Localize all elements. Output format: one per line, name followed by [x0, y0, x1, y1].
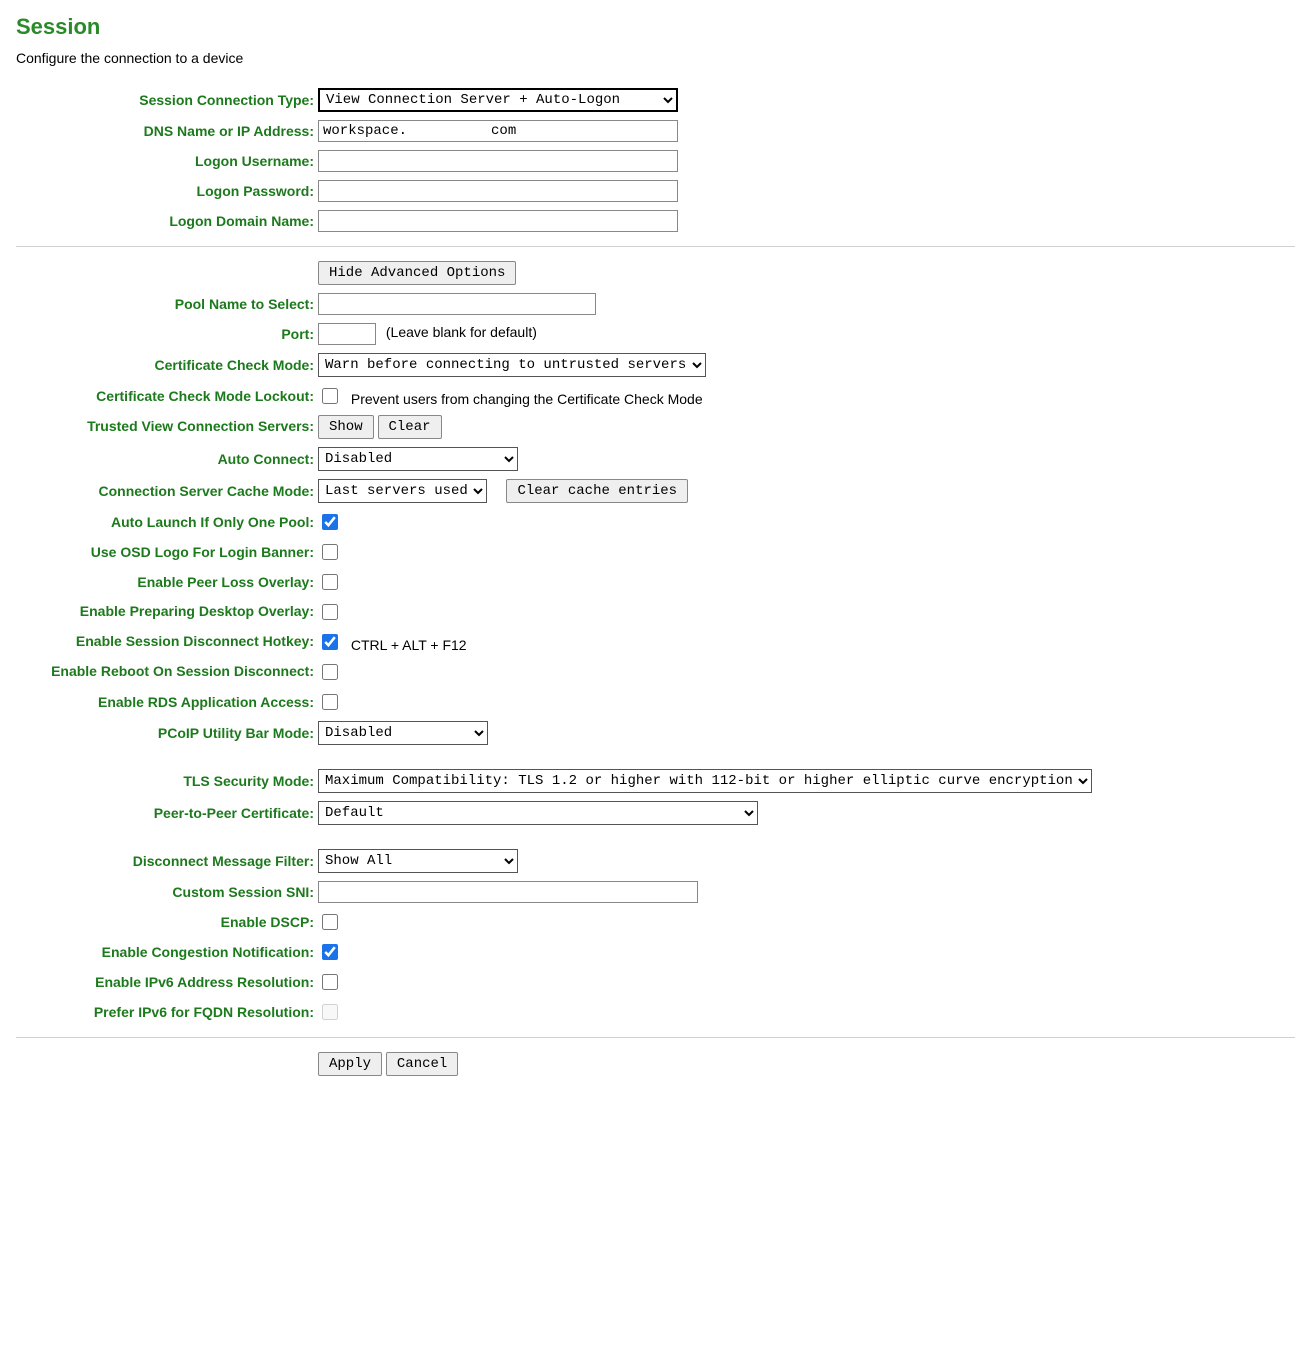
- domain-label: Logon Domain Name:: [16, 206, 316, 236]
- peer-loss-checkbox[interactable]: [322, 574, 338, 590]
- dns-input[interactable]: [318, 120, 678, 142]
- dns-label: DNS Name or IP Address:: [16, 116, 316, 146]
- preparing-checkbox[interactable]: [322, 604, 338, 620]
- cancel-button[interactable]: Cancel: [386, 1052, 458, 1076]
- port-input[interactable]: [318, 323, 376, 345]
- domain-input[interactable]: [318, 210, 678, 232]
- cache-mode-select[interactable]: Last servers used: [318, 479, 487, 503]
- page-subtitle: Configure the connection to a device: [16, 50, 1295, 66]
- apply-button[interactable]: Apply: [318, 1052, 382, 1076]
- hotkey-label: Enable Session Disconnect Hotkey:: [16, 627, 316, 657]
- hotkey-text: CTRL + ALT + F12: [351, 637, 467, 653]
- password-input[interactable]: [318, 180, 678, 202]
- pool-input[interactable]: [318, 293, 596, 315]
- pool-label: Pool Name to Select:: [16, 289, 316, 319]
- ipv6-pref-label: Prefer IPv6 for FQDN Resolution:: [16, 997, 316, 1027]
- congestion-label: Enable Congestion Notification:: [16, 937, 316, 967]
- cert-lockout-label: Certificate Check Mode Lockout:: [16, 381, 316, 411]
- conn-type-label: Session Connection Type:: [16, 84, 316, 116]
- rds-checkbox[interactable]: [322, 694, 338, 710]
- clear-cache-button[interactable]: Clear cache entries: [506, 479, 688, 503]
- disconnect-filter-select[interactable]: Show All: [318, 849, 518, 873]
- sni-label: Custom Session SNI:: [16, 877, 316, 907]
- hotkey-checkbox[interactable]: [322, 634, 338, 650]
- pcoip-bar-label: PCoIP Utility Bar Mode:: [16, 717, 316, 749]
- username-label: Logon Username:: [16, 146, 316, 176]
- reboot-checkbox[interactable]: [322, 664, 338, 680]
- page-title: Session: [16, 14, 1295, 40]
- sni-input[interactable]: [318, 881, 698, 903]
- show-button[interactable]: Show: [318, 415, 374, 439]
- tls-mode-label: TLS Security Mode:: [16, 765, 316, 797]
- osd-logo-checkbox[interactable]: [322, 544, 338, 560]
- ipv6-pref-checkbox[interactable]: [322, 1004, 338, 1020]
- peer-loss-label: Enable Peer Loss Overlay:: [16, 567, 316, 597]
- auto-launch-label: Auto Launch If Only One Pool:: [16, 507, 316, 537]
- ipv6-res-label: Enable IPv6 Address Resolution:: [16, 967, 316, 997]
- p2p-cert-select[interactable]: Default: [318, 801, 758, 825]
- dscp-label: Enable DSCP:: [16, 907, 316, 937]
- cert-lockout-text: Prevent users from changing the Certific…: [351, 391, 703, 407]
- cert-lockout-checkbox[interactable]: [322, 388, 338, 404]
- ipv6-res-checkbox[interactable]: [322, 974, 338, 990]
- congestion-checkbox[interactable]: [322, 944, 338, 960]
- conn-type-select[interactable]: View Connection Server + Auto-Logon: [318, 88, 678, 112]
- auto-launch-checkbox[interactable]: [322, 514, 338, 530]
- preparing-label: Enable Preparing Desktop Overlay:: [16, 597, 316, 627]
- cert-mode-label: Certificate Check Mode:: [16, 349, 316, 381]
- divider: [16, 1037, 1295, 1038]
- auto-connect-select[interactable]: Disabled: [318, 447, 518, 471]
- rds-label: Enable RDS Application Access:: [16, 687, 316, 717]
- trusted-servers-label: Trusted View Connection Servers:: [16, 411, 316, 443]
- pcoip-bar-select[interactable]: Disabled: [318, 721, 488, 745]
- dscp-checkbox[interactable]: [322, 914, 338, 930]
- password-label: Logon Password:: [16, 176, 316, 206]
- divider: [16, 246, 1295, 247]
- cache-mode-label: Connection Server Cache Mode:: [16, 475, 316, 507]
- clear-button[interactable]: Clear: [378, 415, 442, 439]
- hide-advanced-button[interactable]: Hide Advanced Options: [318, 261, 516, 285]
- port-hint: (Leave blank for default): [386, 324, 537, 340]
- p2p-cert-label: Peer-to-Peer Certificate:: [16, 797, 316, 829]
- osd-logo-label: Use OSD Logo For Login Banner:: [16, 537, 316, 567]
- port-label: Port:: [16, 319, 316, 349]
- auto-connect-label: Auto Connect:: [16, 443, 316, 475]
- tls-mode-select[interactable]: Maximum Compatibility: TLS 1.2 or higher…: [318, 769, 1092, 793]
- username-input[interactable]: [318, 150, 678, 172]
- reboot-label: Enable Reboot On Session Disconnect:: [16, 657, 316, 687]
- cert-mode-select[interactable]: Warn before connecting to untrusted serv…: [318, 353, 706, 377]
- disconnect-filter-label: Disconnect Message Filter:: [16, 845, 316, 877]
